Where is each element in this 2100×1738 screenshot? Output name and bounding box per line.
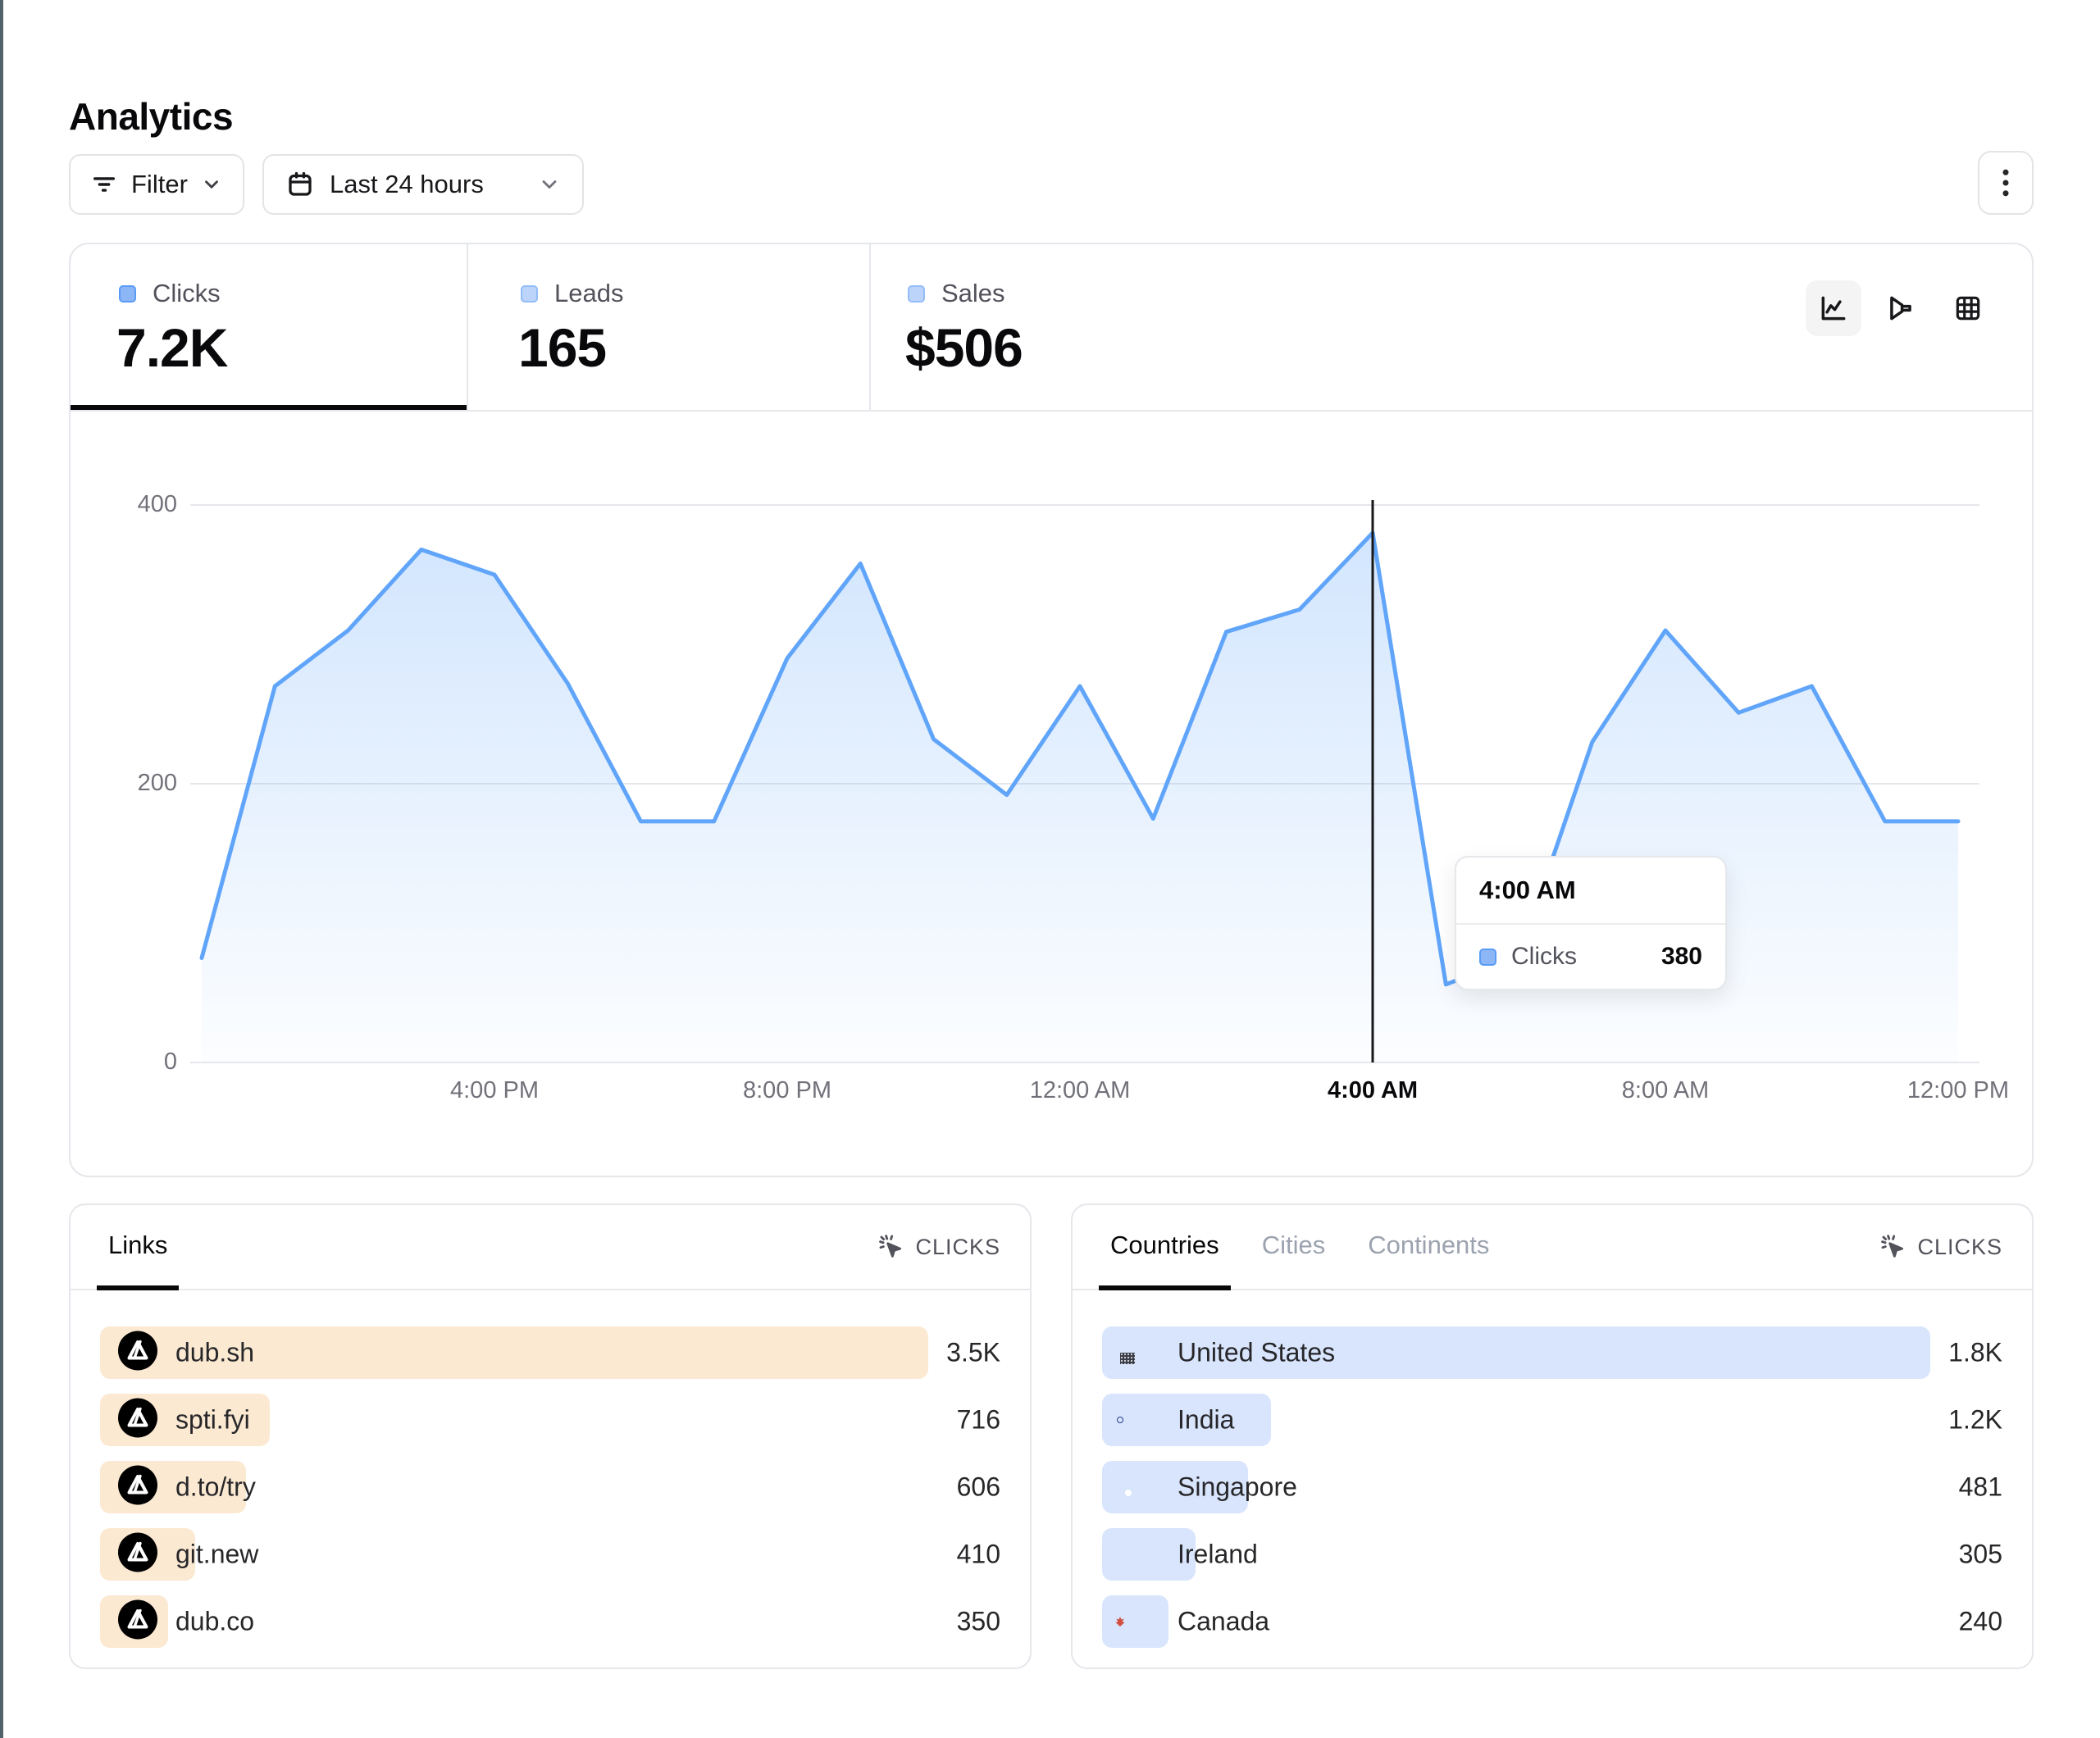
chevron-down-icon — [201, 174, 222, 195]
y-axis-tick: 400 — [108, 491, 177, 518]
country-row[interactable]: Canada 240 — [1102, 1595, 2002, 1648]
country-row-label: India — [1178, 1405, 1234, 1435]
country-row-label: Canada — [1178, 1607, 1269, 1637]
country-row[interactable]: India 1.2K — [1102, 1394, 2002, 1446]
countries-panel: Countries Cities Continents CLICKS Unite… — [1071, 1203, 2034, 1669]
dub-link-avatar-icon — [118, 1600, 157, 1644]
link-row-value: 410 — [957, 1540, 1000, 1570]
links-panel-header: Links CLICKS — [71, 1205, 1030, 1290]
country-row-label: Singapore — [1178, 1472, 1297, 1503]
clicks-legend-square-icon — [119, 285, 136, 303]
page-title: Analytics — [69, 94, 233, 139]
tab-countries[interactable]: Countries — [1099, 1205, 1231, 1290]
link-row-label: spti.fyi — [175, 1405, 250, 1435]
analytics-chart-card: 400 200 0 4:00 PM 8:00 PM 12:00 AM 4:00 AM 8:0… — [69, 243, 2034, 1177]
stats-tabs-row: Clicks 7.2K Leads 165 Sales $506 — [71, 244, 2032, 412]
sales-legend-square-icon — [908, 285, 925, 303]
calendar-icon — [285, 170, 315, 199]
sales-tab-value: $506 — [905, 316, 1023, 379]
filter-button[interactable]: Filter — [69, 154, 244, 215]
leads-tab-value: 165 — [518, 316, 606, 379]
filter-button-label: Filter — [131, 170, 188, 199]
tooltip-time: 4:00 AM — [1456, 858, 1725, 925]
table-grid-icon — [1952, 293, 1984, 324]
chevron-down-icon — [538, 173, 561, 196]
country-row[interactable]: Singapore 481 — [1102, 1461, 2002, 1513]
links-panel: Links CLICKS dub.sh 3.5K spti.fyi 716 d.to/t… — [69, 1203, 1032, 1669]
x-axis-tick: 12:00 PM — [1876, 1077, 2040, 1104]
links-metric-label: CLICKS — [915, 1235, 1000, 1260]
tab-continents[interactable]: Continents — [1356, 1205, 1501, 1290]
left-accent-border — [0, 0, 3, 1738]
kebab-menu-icon — [1989, 163, 2022, 202]
tab-clicks[interactable]: Clicks 7.2K — [71, 244, 467, 410]
value-bar — [1102, 1595, 1168, 1648]
link-row-value: 350 — [957, 1607, 1000, 1637]
sales-tab-label: Sales — [941, 279, 1005, 308]
funnel-view-button[interactable] — [1873, 280, 1929, 336]
country-row-label: Ireland — [1178, 1540, 1258, 1570]
country-row-value: 1.2K — [1948, 1405, 2002, 1435]
country-row-value: 1.8K — [1948, 1338, 2002, 1368]
link-row-label: dub.sh — [175, 1338, 254, 1368]
country-row-value: 481 — [1959, 1472, 2002, 1503]
x-axis-tick: 8:00 AM — [1583, 1077, 1747, 1104]
tooltip-legend-square-icon — [1479, 949, 1496, 966]
filter-icon — [90, 171, 118, 198]
leads-legend-square-icon — [521, 285, 538, 303]
line-chart-icon — [1818, 293, 1849, 324]
y-axis-tick: 0 — [108, 1049, 177, 1076]
date-range-label: Last 24 hours — [330, 170, 484, 199]
link-row-value: 3.5K — [946, 1338, 1000, 1368]
link-row-label: dub.co — [175, 1607, 254, 1637]
tab-leads[interactable]: Leads 165 — [468, 244, 869, 410]
link-row[interactable]: dub.sh 3.5K — [100, 1326, 1000, 1379]
tab-links[interactable]: Links — [97, 1205, 179, 1290]
line-chart-view-button[interactable] — [1806, 280, 1861, 336]
clicks-tab-value: 7.2K — [116, 316, 227, 379]
active-tab-underline — [71, 405, 467, 410]
funnel-icon — [1885, 293, 1916, 324]
link-row-label: d.to/try — [175, 1472, 256, 1503]
country-row-label: United States — [1178, 1338, 1335, 1368]
x-axis-tick: 8:00 PM — [705, 1077, 869, 1104]
dub-link-avatar-icon — [118, 1331, 157, 1375]
countries-panel-header: Countries Cities Continents CLICKS — [1073, 1205, 2032, 1290]
dub-link-avatar-icon — [118, 1466, 157, 1509]
dub-link-avatar-icon — [118, 1399, 157, 1442]
countries-metric-label: CLICKS — [1917, 1235, 2002, 1260]
x-axis-tick: 12:00 AM — [998, 1077, 1162, 1104]
x-axis-tick: 4:00 AM — [1291, 1077, 1455, 1104]
cursor-click-icon — [1879, 1233, 1907, 1261]
date-range-button[interactable]: Last 24 hours — [262, 154, 584, 215]
link-row-value: 606 — [957, 1472, 1000, 1503]
countries-metric[interactable]: CLICKS — [1879, 1205, 2002, 1289]
link-row-value: 716 — [957, 1405, 1000, 1435]
table-view-button[interactable] — [1940, 280, 1996, 336]
country-row-value: 305 — [1959, 1540, 2002, 1570]
x-axis-tick: 4:00 PM — [412, 1077, 576, 1104]
y-axis-tick: 200 — [108, 770, 177, 797]
dub-link-avatar-icon — [118, 1533, 157, 1576]
chart-tooltip: 4:00 AM Clicks 380 — [1455, 856, 1727, 990]
country-row[interactable]: Ireland 305 — [1102, 1528, 2002, 1581]
country-row[interactable]: United States 1.8K — [1102, 1326, 2002, 1379]
tab-sales[interactable]: Sales $506 — [871, 244, 1363, 410]
link-row[interactable]: spti.fyi 716 — [100, 1394, 1000, 1446]
more-options-button[interactable] — [1978, 151, 2034, 215]
links-metric[interactable]: CLICKS — [877, 1205, 1000, 1289]
link-row[interactable]: d.to/try 606 — [100, 1461, 1000, 1513]
tab-cities[interactable]: Cities — [1250, 1205, 1337, 1290]
country-row-value: 240 — [1959, 1607, 2002, 1637]
tooltip-value: 380 — [1661, 943, 1702, 971]
links-tab-label: Links — [108, 1231, 167, 1260]
link-row-label: git.new — [175, 1540, 258, 1570]
link-row[interactable]: git.new 410 — [100, 1528, 1000, 1581]
clicks-tab-label: Clicks — [153, 279, 221, 308]
tooltip-series-label: Clicks — [1511, 943, 1647, 971]
link-row[interactable]: dub.co 350 — [100, 1595, 1000, 1648]
leads-tab-label: Leads — [554, 279, 623, 308]
cursor-click-icon — [877, 1233, 905, 1261]
